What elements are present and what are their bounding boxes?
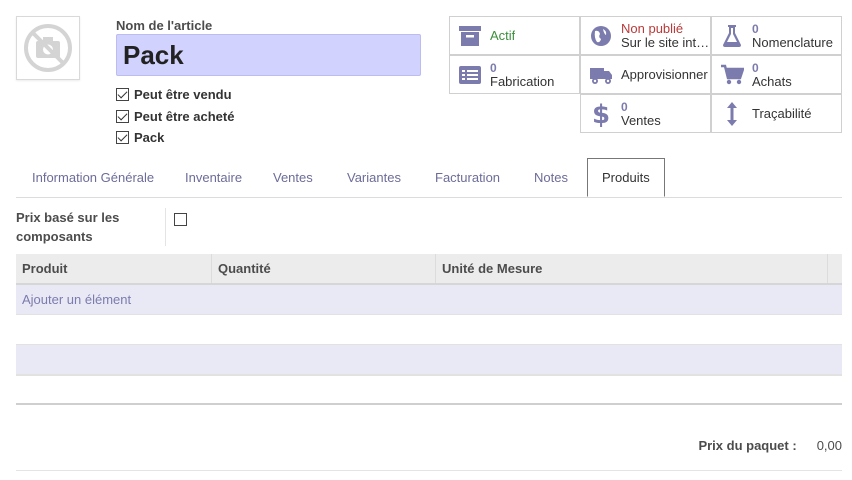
cart-icon xyxy=(712,64,752,86)
arrows-vertical-icon xyxy=(712,101,752,127)
manufacturing-count: 0 xyxy=(490,60,497,75)
add-item-link[interactable]: Ajouter un élément xyxy=(22,292,131,307)
field-divider xyxy=(165,208,166,246)
price-from-components-label: Prix basé sur les composants xyxy=(16,210,120,244)
column-spacer xyxy=(828,254,842,283)
can-be-purchased-option[interactable]: Peut être acheté xyxy=(116,106,234,128)
traceability-label: Traçabilité xyxy=(752,106,812,121)
notebook-tabs: Information Générale Inventaire Ventes V… xyxy=(16,158,842,198)
column-product[interactable]: Produit xyxy=(16,254,212,283)
can-be-sold-option[interactable]: Peut être vendu xyxy=(116,84,234,106)
purchases-button[interactable]: 0 Achats xyxy=(711,55,842,94)
traceability-button[interactable]: Traçabilité xyxy=(711,94,842,133)
bom-button[interactable]: 0 Nomenclature xyxy=(711,16,842,55)
manufacturing-label: Fabrication xyxy=(490,73,555,89)
active-toggle-button[interactable]: Actif xyxy=(449,16,580,55)
product-image[interactable] xyxy=(16,16,80,80)
sales-count: 0 xyxy=(621,99,628,114)
table-header: Produit Quantité Unité de Mesure xyxy=(16,254,842,285)
tab-sales[interactable]: Ventes xyxy=(273,158,313,198)
product-flags: Peut être vendu Peut être acheté Pack xyxy=(116,84,234,149)
sales-button[interactable]: $ 0 Ventes xyxy=(580,94,711,133)
tab-variants[interactable]: Variantes xyxy=(347,158,401,198)
purchases-count: 0 xyxy=(752,60,759,75)
product-name-label: Nom de l'article xyxy=(116,18,213,33)
pack-total: Prix du paquet : 0,00 xyxy=(698,438,842,453)
sales-label: Ventes xyxy=(621,112,661,128)
tab-general-info[interactable]: Information Générale xyxy=(32,158,154,198)
tab-products[interactable]: Produits xyxy=(587,158,665,197)
dollar-icon: $ xyxy=(581,100,621,128)
table-row xyxy=(16,315,842,345)
is-pack-label: Pack xyxy=(134,130,165,146)
tab-invoicing[interactable]: Facturation xyxy=(435,158,500,198)
truck-icon xyxy=(581,65,621,85)
replenish-button[interactable]: Approvisionner xyxy=(580,55,711,94)
archive-icon xyxy=(450,25,490,47)
list-icon xyxy=(450,65,490,85)
price-from-components-checkbox[interactable] xyxy=(174,213,187,226)
can-be-sold-checkbox[interactable] xyxy=(116,88,129,102)
replenish-label: Approvisionner xyxy=(621,67,708,82)
active-label: Actif xyxy=(490,28,516,43)
globe-icon xyxy=(581,25,621,47)
add-line-row[interactable]: Ajouter un élément xyxy=(16,285,842,315)
is-pack-checkbox[interactable] xyxy=(116,131,129,145)
pack-total-value: 0,00 xyxy=(816,438,842,453)
pack-lines-table: Produit Quantité Unité de Mesure Ajouter… xyxy=(16,254,842,405)
website-publish-button[interactable]: Non publié Sur le site int… xyxy=(580,16,711,55)
svg-text:$: $ xyxy=(593,100,609,128)
divider xyxy=(16,470,842,471)
table-row xyxy=(16,345,842,375)
table-footer xyxy=(16,375,842,405)
flask-icon xyxy=(712,24,752,48)
purchases-label: Achats xyxy=(752,73,792,89)
pack-total-label: Prix du paquet : xyxy=(698,438,797,453)
product-name-input[interactable]: Pack xyxy=(116,34,421,76)
tab-inventory[interactable]: Inventaire xyxy=(185,158,242,198)
bom-count: 0 xyxy=(752,21,759,36)
is-pack-option[interactable]: Pack xyxy=(116,127,234,149)
bom-label: Nomenclature xyxy=(752,34,833,50)
can-be-purchased-checkbox[interactable] xyxy=(116,109,129,123)
column-quantity[interactable]: Quantité xyxy=(212,254,436,283)
can-be-purchased-label: Peut être acheté xyxy=(134,108,235,124)
manufacturing-button[interactable]: 0 Fabrication xyxy=(449,55,580,94)
no-camera-icon xyxy=(24,24,72,72)
tab-notes[interactable]: Notes xyxy=(534,158,568,198)
can-be-sold-label: Peut être vendu xyxy=(134,87,232,103)
website-status: Non publié xyxy=(621,21,684,36)
website-label: Sur le site int… xyxy=(621,34,710,50)
column-uom[interactable]: Unité de Mesure xyxy=(436,254,828,283)
